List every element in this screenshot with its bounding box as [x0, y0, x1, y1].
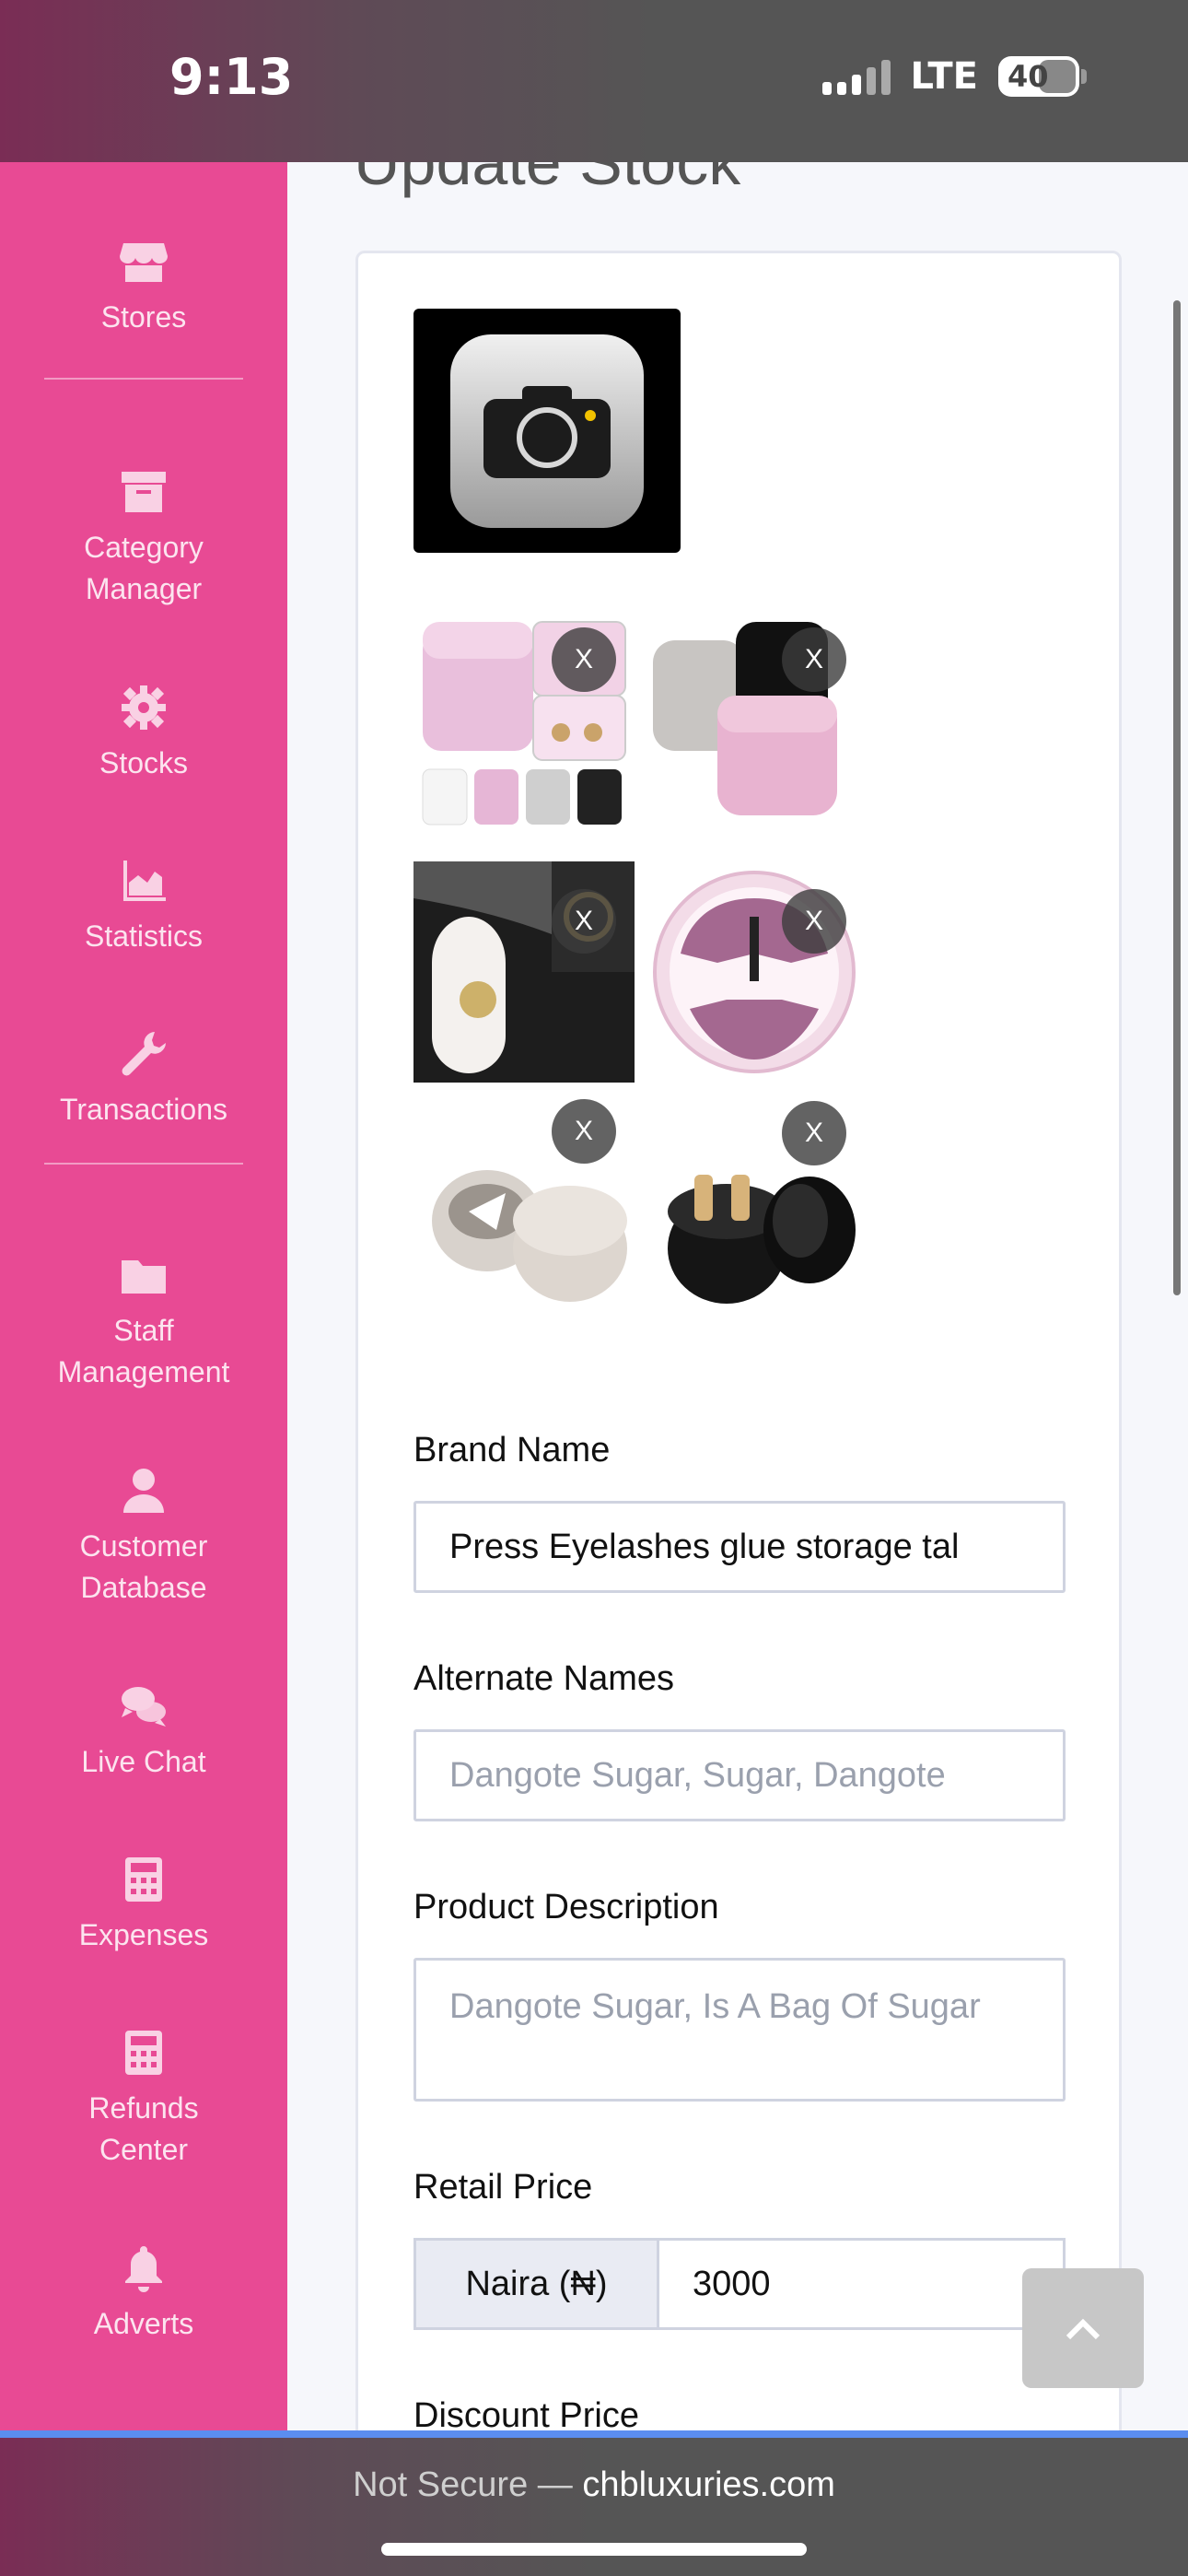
scroll-to-top-button[interactable]: [1022, 2268, 1144, 2388]
camera-icon: [450, 334, 644, 528]
status-time: 9:13: [169, 48, 294, 106]
user-icon: [123, 1469, 164, 1513]
page-scrollbar[interactable]: [1173, 300, 1181, 1295]
security-indicator: Not Secure —: [353, 2465, 573, 2504]
remove-image-button[interactable]: X: [552, 1099, 616, 1164]
battery-icon: 40: [998, 56, 1079, 97]
sidebar-item-label: Transactions: [60, 1093, 227, 1126]
home-indicator[interactable]: [381, 2543, 807, 2556]
remove-image-button[interactable]: X: [782, 1101, 846, 1165]
sidebar-item-label: Refunds Center: [88, 2091, 199, 2166]
page-load-progress: [0, 2430, 1188, 2438]
sidebar-item-statistics[interactable]: Statistics: [0, 855, 287, 957]
remove-image-button[interactable]: X: [782, 889, 846, 954]
sidebar-item-label: Adverts: [93, 2307, 194, 2340]
chat-icon: [122, 1687, 166, 1727]
remove-image-button[interactable]: X: [782, 627, 846, 692]
brand-name-label: Brand Name: [413, 1431, 611, 1469]
network-type: LTE: [910, 55, 978, 98]
product-description-textarea[interactable]: Dangote Sugar, Is A Bag Of Sugar: [413, 1958, 1066, 2102]
upload-image-button[interactable]: [413, 309, 681, 553]
sidebar-item-label: Customer Database: [79, 1529, 208, 1604]
url-display[interactable]: Not Secure — chbluxuries.com: [0, 2465, 1188, 2505]
signal-icon: [821, 58, 891, 95]
sidebar-item-transactions[interactable]: Transactions: [0, 1028, 287, 1130]
currency-prefix: Naira (₦): [413, 2238, 657, 2330]
status-bar: 9:13 LTE 40: [0, 0, 1188, 162]
sidebar: Stores Category Manager Stocks Statistic…: [0, 162, 287, 2438]
sidebar-divider: [44, 378, 243, 380]
sidebar-item-label: Expenses: [78, 1918, 209, 1951]
area-chart-icon: [123, 861, 166, 901]
status-indicators: LTE 40: [821, 55, 1087, 98]
sidebar-item-refunds-center[interactable]: Refunds Center: [0, 2027, 287, 2171]
product-image: X: [413, 861, 635, 1083]
bell-icon: [125, 2246, 162, 2292]
calculator-icon: [125, 2031, 162, 2075]
product-image: X: [644, 861, 865, 1083]
remove-image-button[interactable]: X: [552, 627, 616, 692]
sidebar-item-label: Statistics: [84, 919, 204, 953]
sidebar-item-staff-management[interactable]: Staff Management: [0, 1249, 287, 1393]
browser-address-bar[interactable]: Not Secure — chbluxuries.com: [0, 2438, 1188, 2576]
sidebar-item-customer-database[interactable]: Customer Database: [0, 1465, 287, 1609]
gear-icon: [122, 685, 166, 730]
sidebar-divider: [44, 1163, 243, 1165]
alternate-names-label: Alternate Names: [413, 1659, 675, 1698]
product-description-label: Product Description: [413, 1888, 719, 1926]
brand-name-input[interactable]: Press Eyelashes glue storage tal: [413, 1501, 1066, 1593]
sidebar-item-live-chat[interactable]: Live Chat: [0, 1680, 287, 1783]
remove-image-button[interactable]: X: [552, 889, 616, 954]
product-image: X: [644, 1101, 865, 1331]
sidebar-item-stores[interactable]: Stores: [0, 236, 287, 338]
sidebar-item-category-manager[interactable]: Category Manager: [0, 466, 287, 610]
product-image: X: [413, 613, 635, 834]
folder-icon: [122, 1260, 166, 1294]
retail-price-label: Retail Price: [413, 2168, 593, 2207]
sidebar-item-adverts[interactable]: Adverts: [0, 2242, 287, 2345]
sidebar-item-label: Stores: [100, 300, 187, 334]
wrench-icon: [122, 1032, 166, 1076]
sidebar-item-label: Category Manager: [84, 531, 204, 605]
product-image: X: [413, 1099, 635, 1331]
retail-price-input[interactable]: 3000: [657, 2238, 1066, 2330]
store-icon: [120, 243, 168, 282]
url-domain: chbluxuries.com: [582, 2465, 835, 2504]
battery-level: 40: [1007, 59, 1049, 94]
update-stock-form: X X X X X X Brand Name Press Eyelashes g…: [355, 251, 1122, 2438]
battery-tip: [1081, 69, 1087, 84]
sidebar-item-label: Staff Management: [57, 1314, 230, 1388]
archive-icon: [122, 472, 166, 512]
alternate-names-input[interactable]: Dangote Sugar, Sugar, Dangote: [413, 1729, 1066, 1821]
chevron-up-icon: [1066, 2318, 1101, 2340]
sidebar-item-stocks[interactable]: Stocks: [0, 682, 287, 784]
page-title: Update Stock: [354, 162, 741, 198]
sidebar-item-label: Live Chat: [81, 1745, 206, 1778]
product-image: X: [644, 613, 865, 834]
main-content: Update Stock X X X X X X Brand Name Pres…: [287, 162, 1188, 2438]
calculator-icon: [125, 1857, 162, 1902]
sidebar-item-expenses[interactable]: Expenses: [0, 1854, 287, 1956]
sidebar-item-label: Stocks: [99, 746, 189, 779]
